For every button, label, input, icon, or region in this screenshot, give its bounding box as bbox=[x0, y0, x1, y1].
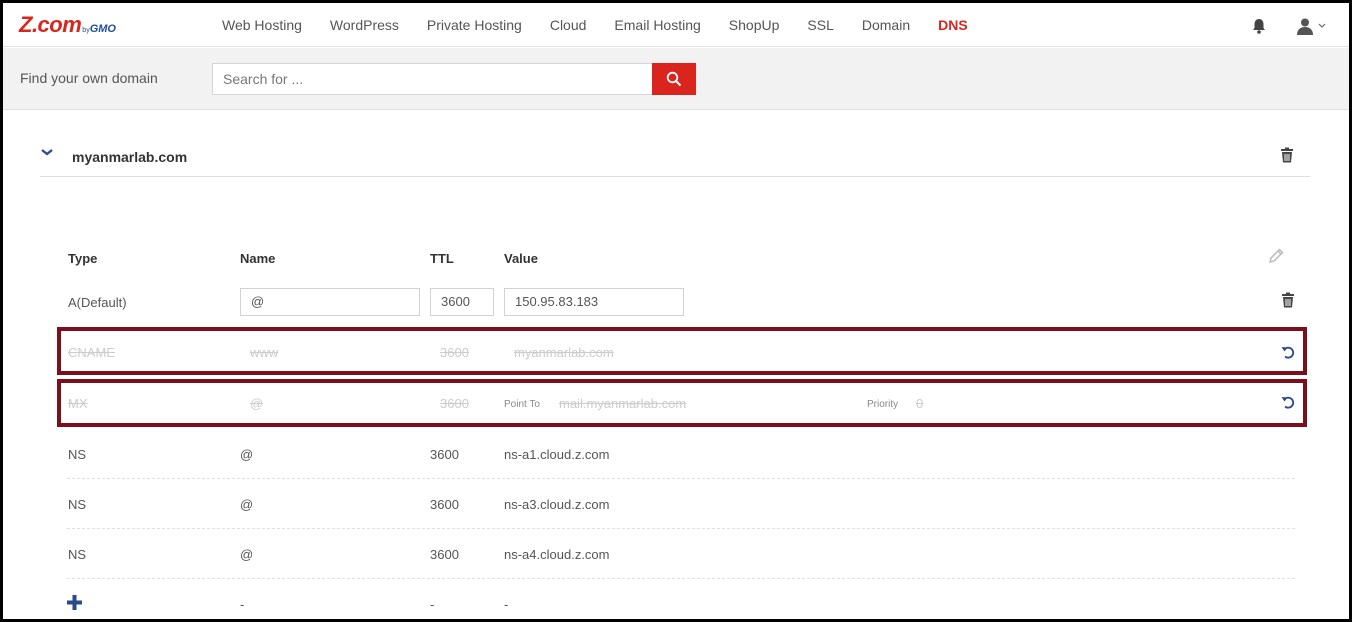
row-a-name-field[interactable]: @ bbox=[240, 288, 420, 316]
pencil-icon[interactable] bbox=[1267, 247, 1285, 265]
nav-dns[interactable]: DNS bbox=[938, 17, 968, 33]
ns2-name: @ bbox=[240, 497, 254, 512]
ns2-ttl: 3600 bbox=[430, 497, 459, 512]
domain-header: myanmarlab.com bbox=[40, 131, 1310, 177]
zcom-logo[interactable]: Z.com by GMO bbox=[19, 12, 116, 37]
deleted-mx-value: mail.myanmarlab.com bbox=[559, 396, 687, 411]
deleted-cname-name: www bbox=[250, 345, 279, 360]
nav-private-hosting[interactable]: Private Hosting bbox=[427, 17, 522, 33]
bell-icon[interactable] bbox=[1250, 17, 1268, 35]
ns1-name: @ bbox=[240, 447, 254, 462]
undo-icon[interactable] bbox=[1280, 394, 1296, 410]
add-record-plus-icon[interactable] bbox=[67, 595, 82, 610]
undo-icon[interactable] bbox=[1280, 344, 1296, 360]
ns2-type: NS bbox=[68, 497, 87, 512]
point-to-label: Point To bbox=[504, 399, 540, 410]
nav-ssl[interactable]: SSL bbox=[807, 17, 833, 33]
col-header-value: Value bbox=[504, 251, 538, 266]
top-navbar: Z.com by GMO Web Hosting WordPress Priva… bbox=[3, 3, 1349, 47]
add-row-name: - bbox=[240, 597, 245, 612]
user-menu[interactable] bbox=[1296, 16, 1326, 36]
col-header-name: Name bbox=[240, 251, 276, 266]
ns3-ttl: 3600 bbox=[430, 547, 459, 562]
deleted-mx-type: MX bbox=[68, 396, 88, 411]
nav-cloud[interactable]: Cloud bbox=[550, 17, 587, 33]
search-icon bbox=[666, 71, 682, 87]
ns2-value: ns-a3.cloud.z.com bbox=[504, 497, 610, 512]
ns1-value: ns-a1.cloud.z.com bbox=[504, 447, 610, 462]
collapse-chevron-icon[interactable] bbox=[40, 148, 54, 158]
search-input[interactable] bbox=[212, 63, 653, 95]
domain-search-bar: Find your own domain bbox=[3, 48, 1349, 110]
app-window: Z.com by GMO Web Hosting WordPress Priva… bbox=[3, 3, 1349, 619]
nav-wordpress[interactable]: WordPress bbox=[330, 17, 399, 33]
priority-label: Priority bbox=[867, 399, 899, 410]
col-header-ttl: TTL bbox=[430, 251, 454, 266]
trash-icon[interactable] bbox=[1280, 147, 1294, 163]
chevron-down-icon bbox=[1318, 23, 1326, 28]
col-header-type: Type bbox=[68, 251, 98, 266]
nav-shopup[interactable]: ShopUp bbox=[729, 17, 780, 33]
ns1-ttl: 3600 bbox=[430, 447, 459, 462]
nav-web-hosting[interactable]: Web Hosting bbox=[222, 17, 302, 33]
nav-email-hosting[interactable]: Email Hosting bbox=[614, 17, 700, 33]
nav-domain[interactable]: Domain bbox=[862, 17, 910, 33]
search-label: Find your own domain bbox=[20, 70, 158, 86]
ns3-value: ns-a4.cloud.z.com bbox=[504, 547, 610, 562]
deleted-cname-type: CNAME bbox=[68, 345, 115, 360]
row-divider bbox=[67, 528, 1295, 529]
main-nav: Web Hosting WordPress Private Hosting Cl… bbox=[222, 3, 996, 47]
add-row-value: - bbox=[504, 597, 509, 612]
trash-icon[interactable] bbox=[1281, 292, 1295, 308]
deleted-cname-value: myanmarlab.com bbox=[514, 345, 614, 360]
search-button[interactable] bbox=[652, 63, 696, 95]
row-a-value-field[interactable]: 150.95.83.183 bbox=[504, 288, 684, 316]
add-row-ttl: - bbox=[430, 597, 435, 612]
ns3-name: @ bbox=[240, 547, 254, 562]
deleted-mx-ttl: 3600 bbox=[440, 396, 469, 411]
ns3-type: NS bbox=[68, 547, 87, 562]
row-divider bbox=[67, 578, 1295, 579]
deleted-mx-name: @ bbox=[250, 396, 264, 411]
row-divider bbox=[67, 478, 1295, 479]
deleted-cname-ttl: 3600 bbox=[440, 345, 469, 360]
row-a-ttl-field[interactable]: 3600 bbox=[430, 288, 494, 316]
deleted-mx-priority: 0 bbox=[916, 396, 924, 411]
row-a-type: A(Default) bbox=[68, 295, 127, 310]
deleted-row-highlight bbox=[57, 327, 1307, 375]
domain-name: myanmarlab.com bbox=[72, 149, 188, 165]
user-icon bbox=[1297, 18, 1313, 35]
ns1-type: NS bbox=[68, 447, 87, 462]
